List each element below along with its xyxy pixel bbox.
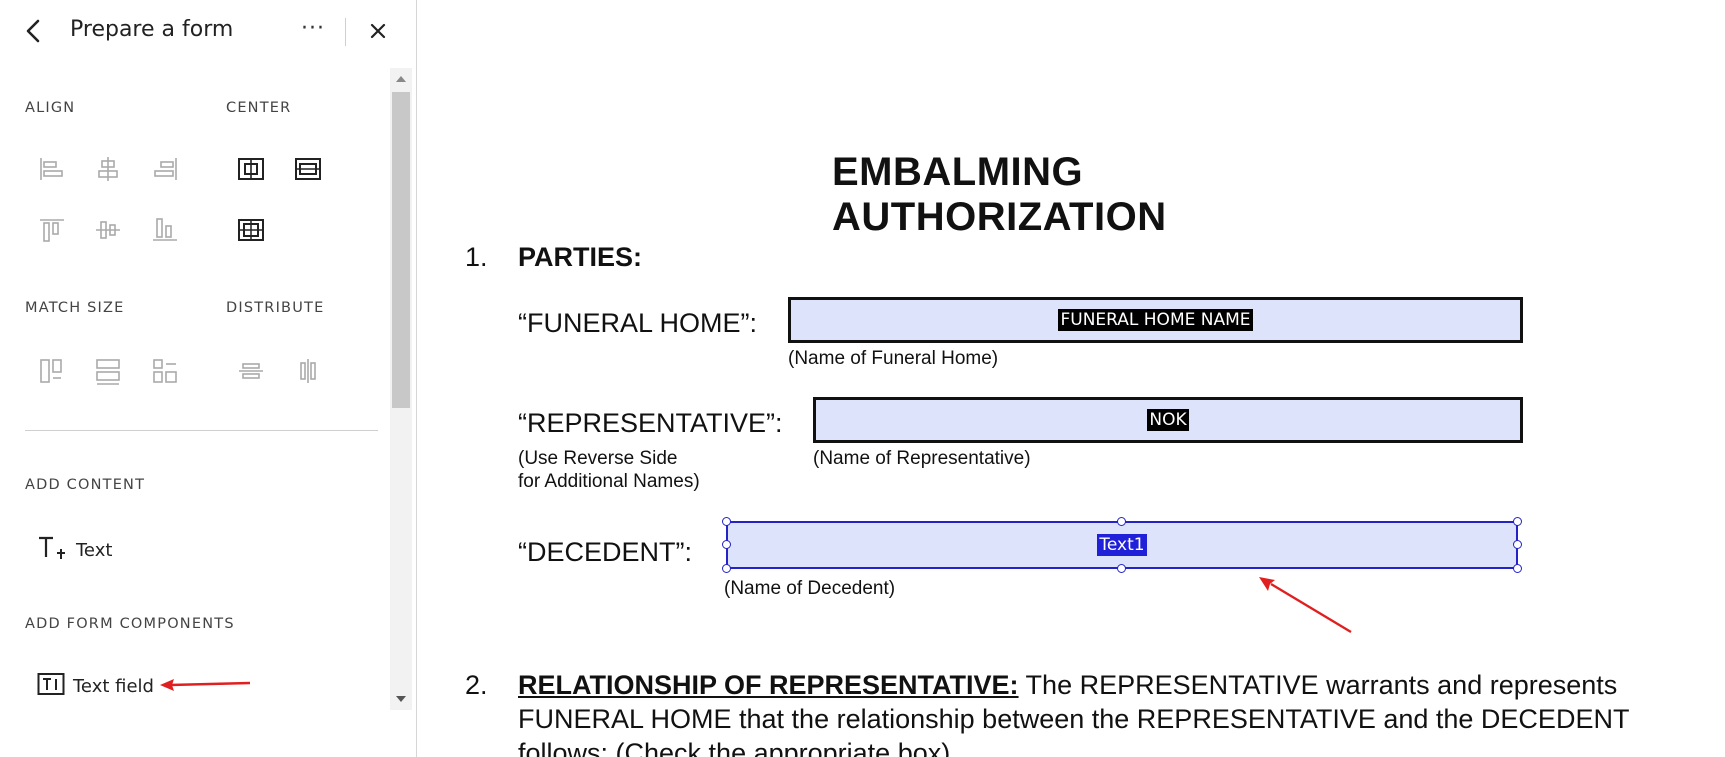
annotation-arrow-icon <box>160 679 251 691</box>
representative-field-name: NOK <box>1147 409 1189 431</box>
section1-heading: PARTIES: <box>518 242 643 272</box>
section2-line1-text: The REPRESENTATIVE warrants and represen… <box>1018 670 1618 700</box>
resize-handle-top-middle[interactable] <box>1117 517 1126 526</box>
funeral-home-field[interactable]: FUNERAL HOME NAME <box>788 297 1523 343</box>
representative-note-line2: for Additional Names) <box>518 471 700 492</box>
align-bottom-icon[interactable] <box>150 215 180 245</box>
text-field-icon <box>37 672 65 700</box>
more-options-icon[interactable]: ··· <box>298 18 328 44</box>
prepare-form-panel: Prepare a form ··· ALIGN CENTER MATCH SI… <box>0 0 417 757</box>
text-field-item[interactable]: Text field <box>37 672 154 700</box>
resize-handle-bottom-right[interactable] <box>1513 564 1522 573</box>
representative-label: “REPRESENTATIVE”: <box>518 408 783 438</box>
panel-divider <box>25 430 378 431</box>
decedent-field-selected[interactable]: Text1 <box>726 521 1518 569</box>
decedent-caption: (Name of Decedent) <box>724 578 896 599</box>
distribute-horizontally-icon[interactable] <box>293 356 323 386</box>
resize-handle-top-left[interactable] <box>722 517 731 526</box>
representative-field[interactable]: NOK <box>813 397 1523 443</box>
section2-line2: FUNERAL HOME that the relationship betwe… <box>518 704 1630 734</box>
funeral-home-caption: (Name of Funeral Home) <box>788 348 999 369</box>
align-right-icon[interactable] <box>150 154 180 184</box>
panel-header: Prepare a form ··· <box>0 0 416 62</box>
panel-scrollbar[interactable] <box>390 68 412 710</box>
close-icon[interactable] <box>366 19 390 43</box>
section-distribute-label: DISTRIBUTE <box>226 300 325 316</box>
section-add-form-components-label: ADD FORM COMPONENTS <box>25 616 235 632</box>
add-text-item[interactable]: Text <box>36 533 112 567</box>
decedent-label: “DECEDENT”: <box>518 537 692 567</box>
annotation-arrow-icon <box>1259 577 1352 634</box>
match-width-icon[interactable] <box>37 356 67 386</box>
scroll-up-arrow-icon[interactable] <box>390 68 412 90</box>
document-page: EMBALMING AUTHORIZATION 1. PARTIES: “FUN… <box>417 0 1725 757</box>
section1-number: 1. <box>465 242 488 272</box>
section-match-size-label: MATCH SIZE <box>25 300 125 316</box>
section2-number: 2. <box>465 670 488 700</box>
resize-handle-bottom-left[interactable] <box>722 564 731 573</box>
resize-handle-top-right[interactable] <box>1513 517 1522 526</box>
scroll-thumb[interactable] <box>392 92 410 408</box>
decedent-field-name: Text1 <box>1097 534 1147 556</box>
section-center-label: CENTER <box>226 100 292 116</box>
section2-heading: RELATIONSHIP OF REPRESENTATIVE: <box>518 670 1019 700</box>
text-field-label: Text field <box>73 675 154 697</box>
center-vertically-icon[interactable] <box>293 154 323 184</box>
document-title: EMBALMING AUTHORIZATION <box>832 150 1167 239</box>
center-both-icon[interactable] <box>236 215 266 245</box>
resize-handle-middle-right[interactable] <box>1513 540 1522 549</box>
add-text-icon <box>36 533 66 567</box>
align-top-icon[interactable] <box>37 215 67 245</box>
section-add-content-label: ADD CONTENT <box>25 477 146 493</box>
align-vertical-center-icon[interactable] <box>93 215 123 245</box>
funeral-home-field-name: FUNERAL HOME NAME <box>1058 309 1253 331</box>
add-text-label: Text <box>76 539 113 561</box>
resize-handle-bottom-middle[interactable] <box>1117 564 1126 573</box>
section2-line1: RELATIONSHIP OF REPRESENTATIVE: The REPR… <box>518 670 1617 701</box>
distribute-vertically-icon[interactable] <box>236 356 266 386</box>
representative-note-line1: (Use Reverse Side <box>518 448 678 469</box>
align-horizontal-center-icon[interactable] <box>93 154 123 184</box>
match-height-icon[interactable] <box>93 356 123 386</box>
section-align-label: ALIGN <box>25 100 76 116</box>
resize-handle-middle-left[interactable] <box>722 540 731 549</box>
header-divider <box>345 18 346 46</box>
center-horizontally-icon[interactable] <box>236 154 266 184</box>
representative-caption: (Name of Representative) <box>813 448 1031 469</box>
funeral-home-label: “FUNERAL HOME”: <box>518 308 758 338</box>
section2-line3: follows: (Check the appropriate box) <box>518 738 951 757</box>
back-arrow-icon[interactable] <box>22 18 46 44</box>
match-both-icon[interactable] <box>150 356 180 386</box>
scroll-down-arrow-icon[interactable] <box>390 688 412 710</box>
align-left-icon[interactable] <box>37 154 67 184</box>
panel-title: Prepare a form <box>70 17 234 42</box>
